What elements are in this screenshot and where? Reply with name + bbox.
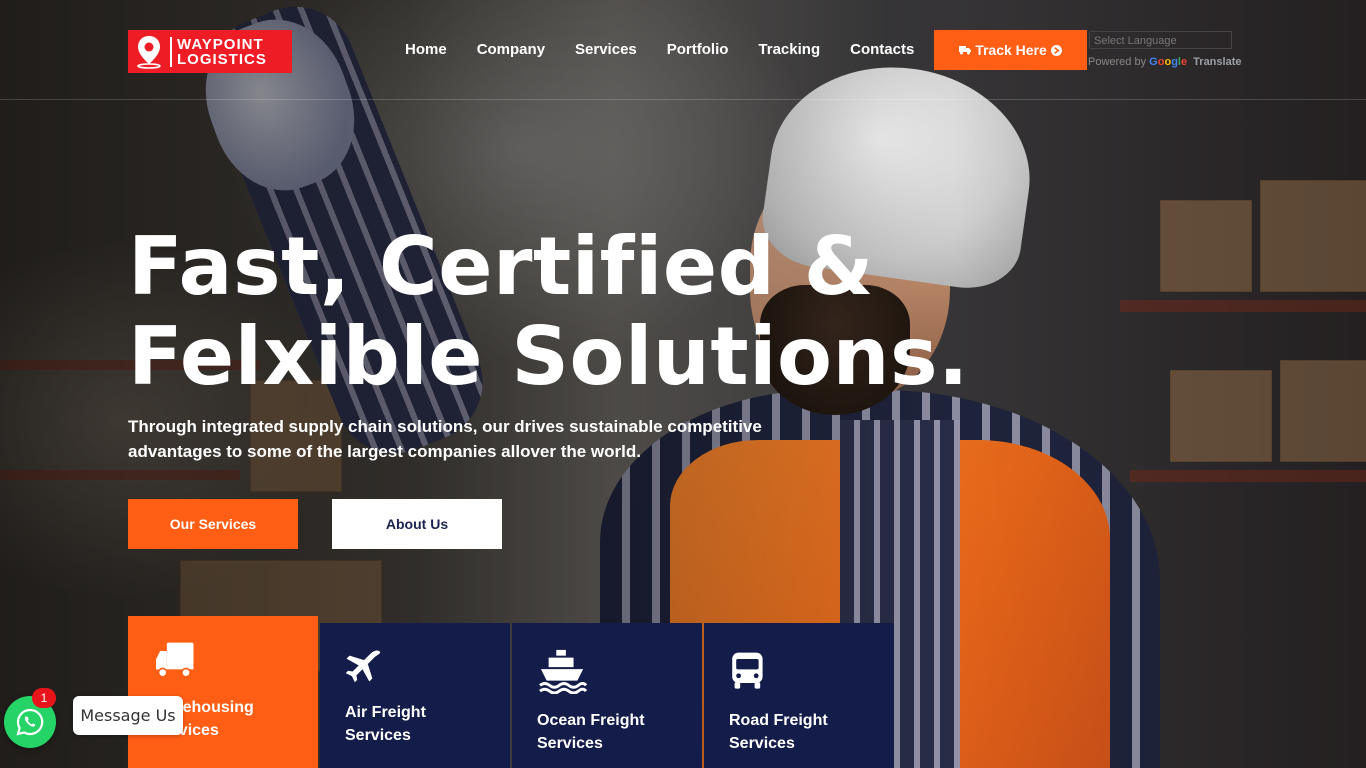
brand-logo[interactable]: WAYPOINT LOGISTICS	[128, 30, 292, 73]
site-header: WAYPOINT LOGISTICS Home Company Services…	[0, 0, 1366, 100]
truck-icon	[156, 642, 194, 678]
notification-badge: 1	[32, 688, 56, 708]
nav-portfolio[interactable]: Portfolio	[652, 40, 744, 60]
powered-by-google-translate: Powered by Google Translate	[1088, 56, 1242, 68]
whatsapp-icon	[16, 708, 44, 736]
nav-contacts[interactable]: Contacts	[835, 40, 929, 60]
our-services-button[interactable]: Our Services	[128, 499, 298, 549]
hero-title-line2: Felxible Solutions.	[128, 310, 969, 403]
service-card-road-freight[interactable]: Road Freight Services	[704, 623, 894, 768]
brand-line1: WAYPOINT	[177, 35, 264, 53]
location-pin-icon	[128, 30, 168, 73]
truck-icon	[959, 46, 972, 55]
service-card-label: Ocean Freight Services	[537, 712, 645, 752]
service-card-label: Road Freight Services	[729, 712, 828, 752]
hero-description: Through integrated supply chain solution…	[128, 417, 762, 461]
hero-title: Fast, Certified & Felxible Solutions.	[128, 222, 969, 402]
service-card-warehousing[interactable]: Warehousing Services	[128, 616, 318, 768]
brand-line2: LOGISTICS	[177, 50, 267, 68]
about-us-button[interactable]: About Us	[332, 499, 502, 549]
nav-company[interactable]: Company	[462, 40, 560, 60]
ship-icon	[539, 649, 588, 695]
service-card-ocean-freight[interactable]: Ocean Freight Services	[512, 623, 702, 768]
track-here-button[interactable]: Track Here	[934, 30, 1087, 70]
main-nav: Home Company Services Portfolio Tracking…	[390, 40, 929, 60]
bus-icon	[732, 652, 763, 689]
arrow-circle-right-icon	[1050, 44, 1062, 56]
service-card-label: Air Freight Services	[345, 704, 426, 744]
nav-home[interactable]: Home	[390, 40, 462, 60]
message-us-label[interactable]: Message Us	[73, 696, 183, 735]
service-card-air-freight[interactable]: Air Freight Services	[320, 623, 510, 768]
language-select[interactable]: Select Language	[1089, 31, 1232, 49]
hero-title-line1: Fast, Certified &	[128, 220, 874, 313]
track-here-label: Track Here	[975, 42, 1047, 58]
nav-services[interactable]: Services	[560, 40, 652, 60]
airplane-icon	[345, 650, 381, 683]
google-logo[interactable]: Google	[1149, 56, 1190, 68]
translate-link[interactable]: Translate	[1193, 56, 1241, 68]
nav-tracking[interactable]: Tracking	[743, 40, 835, 60]
